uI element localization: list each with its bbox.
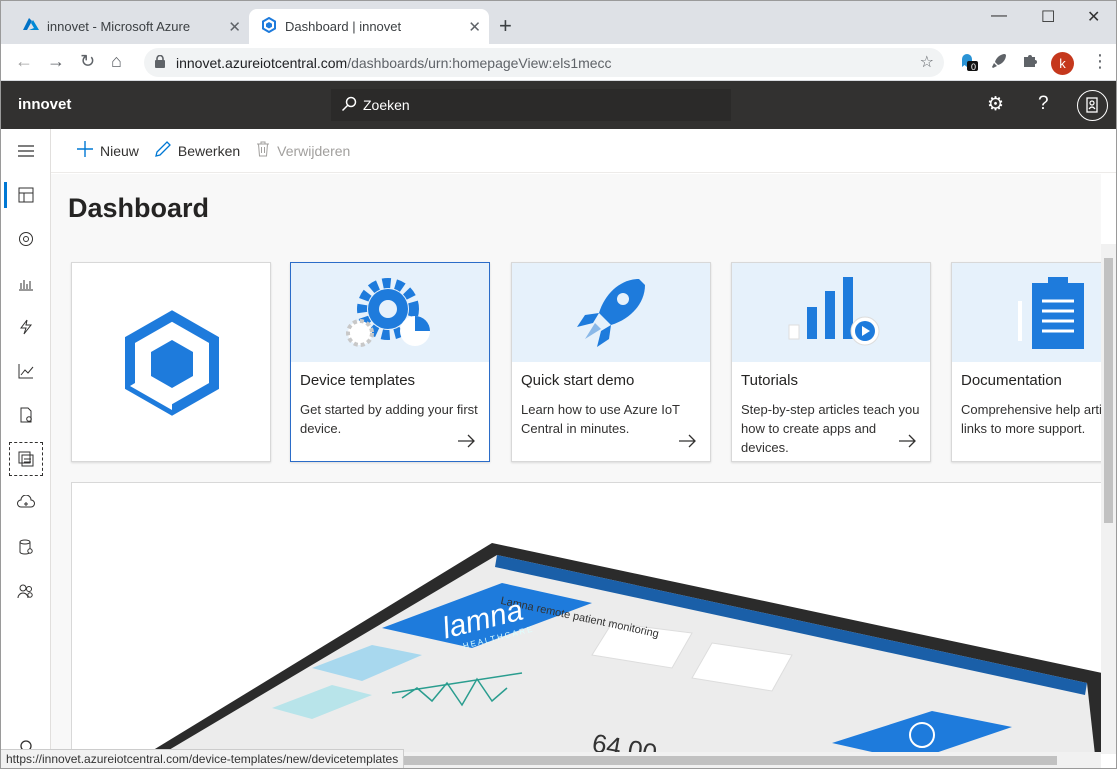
card-title: Tutorials	[741, 372, 798, 389]
nav-rules-icon[interactable]	[9, 310, 43, 344]
tab-strip: innovet - Microsoft Azure ✕ Dashboard | …	[1, 1, 1116, 44]
card-title: Documentation	[961, 372, 1062, 389]
account-icon[interactable]	[1077, 90, 1108, 121]
documentation-illustration	[952, 263, 1101, 362]
page-title: Dashboard	[68, 193, 210, 223]
card-title: Device templates	[300, 372, 416, 389]
quick-start-illustration	[512, 263, 710, 362]
documentation-card[interactable]: Documentation Comprehensive help article…	[951, 262, 1101, 462]
lock-icon	[155, 54, 165, 68]
tab-dashboard[interactable]: Dashboard | innovet ✕	[249, 9, 489, 44]
settings-gear-icon[interactable]: ⚙	[987, 93, 1004, 116]
browser-menu-icon[interactable]: ⋮	[1091, 51, 1109, 72]
forward-icon[interactable]: →	[47, 51, 65, 72]
iot-central-logo-tile	[71, 262, 271, 462]
extensions-puzzle-icon[interactable]	[1021, 52, 1041, 72]
bar-chart-play-icon	[788, 276, 880, 345]
plus-icon	[77, 141, 93, 160]
gears-icon	[346, 277, 430, 347]
iot-central-favicon-icon	[261, 16, 277, 36]
vertical-scroll-thumb[interactable]	[1104, 258, 1113, 523]
trash-icon	[256, 141, 270, 160]
close-tab-icon[interactable]: ✕	[228, 18, 241, 36]
nav-users-icon[interactable]	[9, 574, 43, 608]
reload-icon[interactable]: ↻	[80, 51, 95, 72]
tutorials-card[interactable]: Tutorials Step-by-step articles teach yo…	[731, 262, 931, 462]
left-nav-rail	[1, 129, 51, 768]
maximize-icon[interactable]: ☐	[1041, 7, 1055, 27]
bookmark-star-icon[interactable]: ☆	[920, 52, 934, 72]
iot-central-logo-icon	[125, 310, 219, 416]
url-path: /dashboards/urn:homepageView:els1mecc	[347, 54, 612, 71]
link-status-bubble: https://innovet.azureiotcentral.com/devi…	[1, 749, 405, 768]
close-window-icon[interactable]: ✕	[1087, 7, 1100, 27]
profile-avatar[interactable]: k	[1051, 52, 1074, 75]
back-icon[interactable]: ←	[15, 51, 33, 72]
search-box[interactable]: Zoeken	[331, 89, 731, 121]
command-bar: Nieuw Bewerken Verwijderen	[51, 129, 1116, 173]
device-templates-illustration	[291, 263, 489, 362]
close-tab-icon[interactable]: ✕	[468, 18, 481, 36]
nav-data-export-icon[interactable]	[9, 486, 43, 520]
azure-logo-icon	[23, 18, 39, 35]
search-icon	[341, 96, 363, 115]
minimize-icon[interactable]: —	[991, 7, 1007, 25]
address-bar[interactable]: innovet.azureiotcentral.com/dashboards/u…	[144, 48, 944, 77]
nav-administration-icon[interactable]	[9, 530, 43, 564]
nav-dashboard-icon[interactable]	[4, 178, 43, 212]
browser-toolbar: ← → ↻ ⌂ innovet.azureiotcentral.com/dash…	[1, 44, 1116, 81]
nav-jobs-icon[interactable]	[9, 398, 43, 432]
edit-label: Bewerken	[177, 142, 241, 159]
nav-devices-icon[interactable]	[9, 222, 43, 256]
arrow-right-icon	[458, 434, 476, 453]
device-templates-card[interactable]: Device templates Get started by adding y…	[290, 262, 490, 462]
edit-button[interactable]: Bewerken	[155, 141, 240, 160]
hamburger-menu-icon[interactable]	[9, 134, 43, 168]
rocket-extension-icon[interactable]	[990, 52, 1010, 72]
app-name[interactable]: innovet	[18, 96, 71, 113]
nav-device-groups-icon[interactable]	[9, 266, 43, 300]
new-label: Nieuw	[100, 142, 139, 159]
extension-badge: 0	[971, 62, 977, 72]
tutorials-illustration	[732, 263, 930, 362]
quick-start-demo-card[interactable]: Quick start demo Learn how to use Azure …	[511, 262, 711, 462]
home-icon[interactable]: ⌂	[111, 51, 122, 72]
arrow-right-icon	[679, 434, 697, 453]
delete-button[interactable]: Verwijderen	[256, 141, 350, 160]
card-description: Get started by adding your first device.	[300, 402, 478, 436]
pencil-icon	[155, 141, 171, 160]
tab-title: Dashboard | innovet	[285, 19, 402, 34]
vertical-scrollbar[interactable]	[1101, 244, 1116, 754]
clipboard-icon	[1018, 276, 1084, 349]
delete-label: Verwijderen	[277, 142, 351, 159]
tab-azure[interactable]: innovet - Microsoft Azure ✕	[11, 9, 249, 44]
card-description: Learn how to use Azure IoT Central in mi…	[521, 402, 680, 436]
help-icon[interactable]: ?	[1038, 93, 1049, 115]
app-header: innovet Zoeken ⚙ ?	[1, 81, 1116, 129]
arrow-right-icon	[899, 434, 917, 453]
url-host: innovet.azureiotcentral.com	[176, 54, 348, 71]
search-label: Zoeken	[363, 97, 410, 113]
browser-window: innovet - Microsoft Azure ✕ Dashboard | …	[0, 0, 1117, 769]
nav-analytics-icon[interactable]	[9, 354, 43, 388]
new-button[interactable]: Nieuw	[77, 141, 139, 160]
new-tab-icon[interactable]: +	[499, 13, 512, 39]
tab-title: innovet - Microsoft Azure	[47, 19, 191, 34]
card-title: Quick start demo	[521, 372, 635, 389]
card-description: Comprehensive help articles and links to…	[961, 402, 1101, 436]
dashboard-content: Dashboard Device templates Get started b…	[51, 174, 1101, 752]
hero-banner: Lamna remote patient monitoring lamna HE…	[71, 482, 1101, 752]
nav-device-templates-icon[interactable]	[9, 442, 43, 476]
rocket-icon	[577, 278, 645, 347]
